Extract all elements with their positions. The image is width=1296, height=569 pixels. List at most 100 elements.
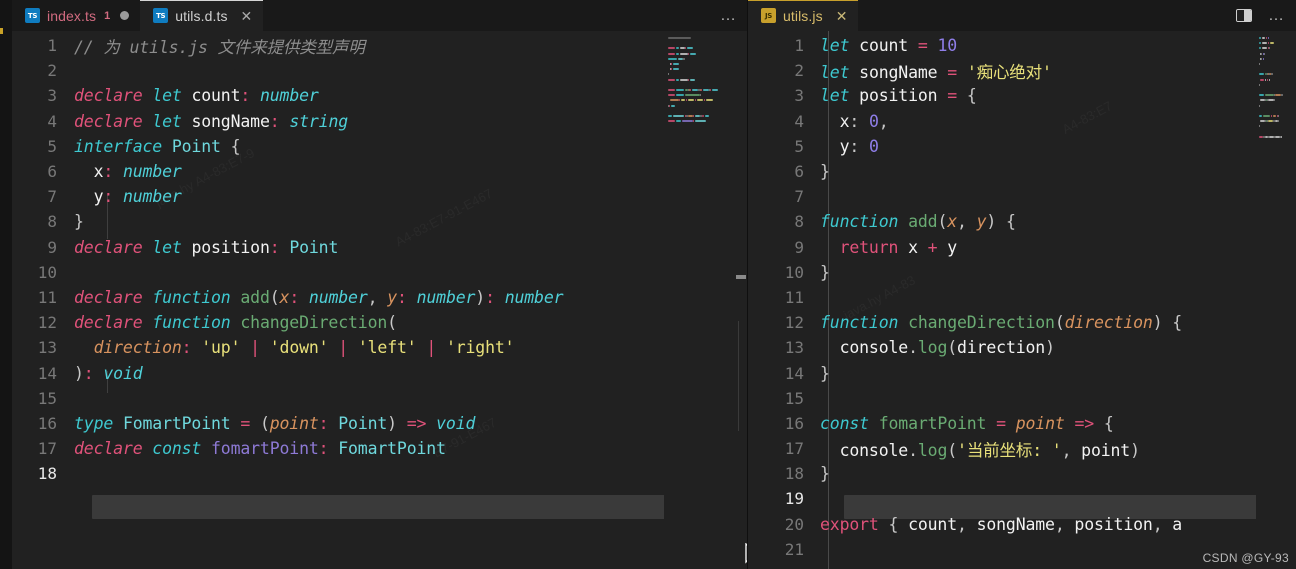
code-token: function [820,313,899,333]
editor-group-right: JS utils.js ✕ … 1 let count = 10 2 let song… [748,0,1296,569]
more-actions-icon[interactable]: … [720,7,737,24]
code-line[interactable]: 1 let count = 10 [748,33,1296,58]
more-actions-icon[interactable]: … [1268,7,1285,24]
minimap-line [668,120,675,123]
code-line[interactable]: 11 [748,285,1296,310]
code-text: console.log('当前坐标: ', point) [820,437,1140,461]
line-number: 5 [794,136,804,156]
minimap-line [683,57,685,60]
minimap-line [668,115,672,117]
minimap-line [676,120,681,123]
split-editor-icon[interactable] [1236,9,1252,22]
line-number: 15 [784,388,804,408]
editor-left[interactable]: 1 // 为 utils.js 文件来提供类型声明 2 3 declare let co… [12,31,748,569]
code-token: | [250,338,260,358]
code-line[interactable]: 4 x: 0, [748,109,1296,134]
code-line[interactable]: 7 [748,184,1296,209]
code-line[interactable]: 2 let songName = '痴心绝对' [748,58,1296,83]
code-token: FomartPoint [122,413,231,433]
code-line[interactable]: 1 // 为 utils.js 文件来提供类型声明 [12,33,748,58]
code-line[interactable]: 14): void [12,360,748,385]
code-line[interactable]: 18 [12,461,748,486]
code-line[interactable]: 12 declare function changeDirection( [12,310,748,335]
code-token: { [878,514,909,534]
minimap-line [704,99,705,102]
code-token: ( [1054,313,1065,333]
code-line[interactable]: 3 let position = { [748,83,1296,108]
line-number: 16 [37,413,57,433]
code-token: : [103,162,114,182]
minimap-line [669,104,670,107]
code-line[interactable]: 15 [748,386,1296,411]
scrollbar-left[interactable] [734,31,748,569]
code-token: fomartPoint [211,439,319,459]
code-text: declare function changeDirection( [74,313,397,332]
tab-index-ts[interactable]: TS index.ts 1 [12,0,141,31]
code-token: , [1054,514,1075,534]
tab-utils-js[interactable]: JS utils.js ✕ [748,0,859,31]
code-line[interactable]: 12 function changeDirection(direction) { [748,310,1296,335]
code-line[interactable]: 16 const fomartPoint = point => { [748,411,1296,436]
code-line[interactable]: 8 function add(x, y) { [748,209,1296,234]
code-line[interactable]: 13 console.log(direction) [748,335,1296,360]
code-token: : [849,136,860,156]
code-line[interactable]: 4 declare let songName: string [12,109,748,134]
code-token: '痴心绝对' [966,62,1052,82]
code-line[interactable]: 8} [12,209,748,234]
scrollbar-thumb[interactable] [736,275,746,279]
minimap-line [1261,47,1267,50]
close-icon[interactable]: ✕ [241,9,253,23]
minimap-line [676,89,684,91]
code-line[interactable]: 13 direction: 'up' | 'down' | 'left' | '… [12,335,748,360]
line-number: 17 [37,439,57,459]
minimap-line [701,89,702,91]
code-token: : [849,111,860,131]
editor-right[interactable]: 1 let count = 10 2 let songName = '痴心绝对' 3 le… [748,31,1296,569]
code-token: function [152,313,231,333]
minimap-left[interactable] [664,31,732,569]
code-line[interactable]: 7 y: number [12,184,748,209]
code-line[interactable]: 10} [748,260,1296,285]
code-line[interactable]: 3 declare let count: number [12,83,748,108]
code-line[interactable]: 10 [12,260,748,285]
line-number: 8 [47,212,57,232]
code-line[interactable]: 17 declare const fomartPoint: FomartPoint [12,436,748,461]
code-line[interactable]: 5 y: 0 [748,134,1296,159]
code-content-right[interactable]: 1 let count = 10 2 let songName = '痴心绝对' 3 le… [748,31,1296,562]
code-text: x: 0, [820,112,889,131]
minimap-line [1277,120,1279,123]
code-line[interactable]: 5 interface Point { [12,134,748,159]
tab-utils-d-ts[interactable]: TS utils.d.ts ✕ [140,0,264,31]
code-token: = [996,413,1006,433]
close-icon[interactable]: ✕ [836,9,848,23]
code-text: ): void [74,364,143,383]
code-line[interactable]: 15 [12,386,748,411]
code-line[interactable]: 19 [748,486,1296,511]
code-line[interactable]: 18} [748,461,1296,486]
code-token: declare [74,313,143,333]
code-line[interactable]: 6 x: number [12,159,748,184]
code-line[interactable]: 11 declare function add(x: number, y: num… [12,285,748,310]
minimap-line [1260,78,1264,81]
code-line[interactable]: 16 type FomartPoint = (point: Point) => v… [12,411,748,436]
code-line[interactable]: 6} [748,159,1296,184]
code-line[interactable]: 14} [748,360,1296,385]
code-line[interactable]: 20 export { count, songName, position, a [748,512,1296,537]
code-line[interactable]: 9 return x + y [748,235,1296,260]
code-line[interactable]: 2 [12,58,748,83]
vscode-window: TS index.ts 1 TS utils.d.ts ✕ … 1 // 为 ut… [0,0,1296,569]
code-content-left[interactable]: 1 // 为 utils.js 文件来提供类型声明 2 3 declare let co… [12,31,748,486]
tab-dirty-indicator[interactable] [120,11,130,20]
code-line[interactable]: 9 declare let position: Point [12,235,748,260]
code-line[interactable]: 17 console.log('当前坐标: ', point) [748,436,1296,461]
minimap-line [688,52,689,55]
minimap-right[interactable] [1256,31,1296,569]
line-number: 4 [794,111,804,131]
code-token: x [908,237,918,257]
